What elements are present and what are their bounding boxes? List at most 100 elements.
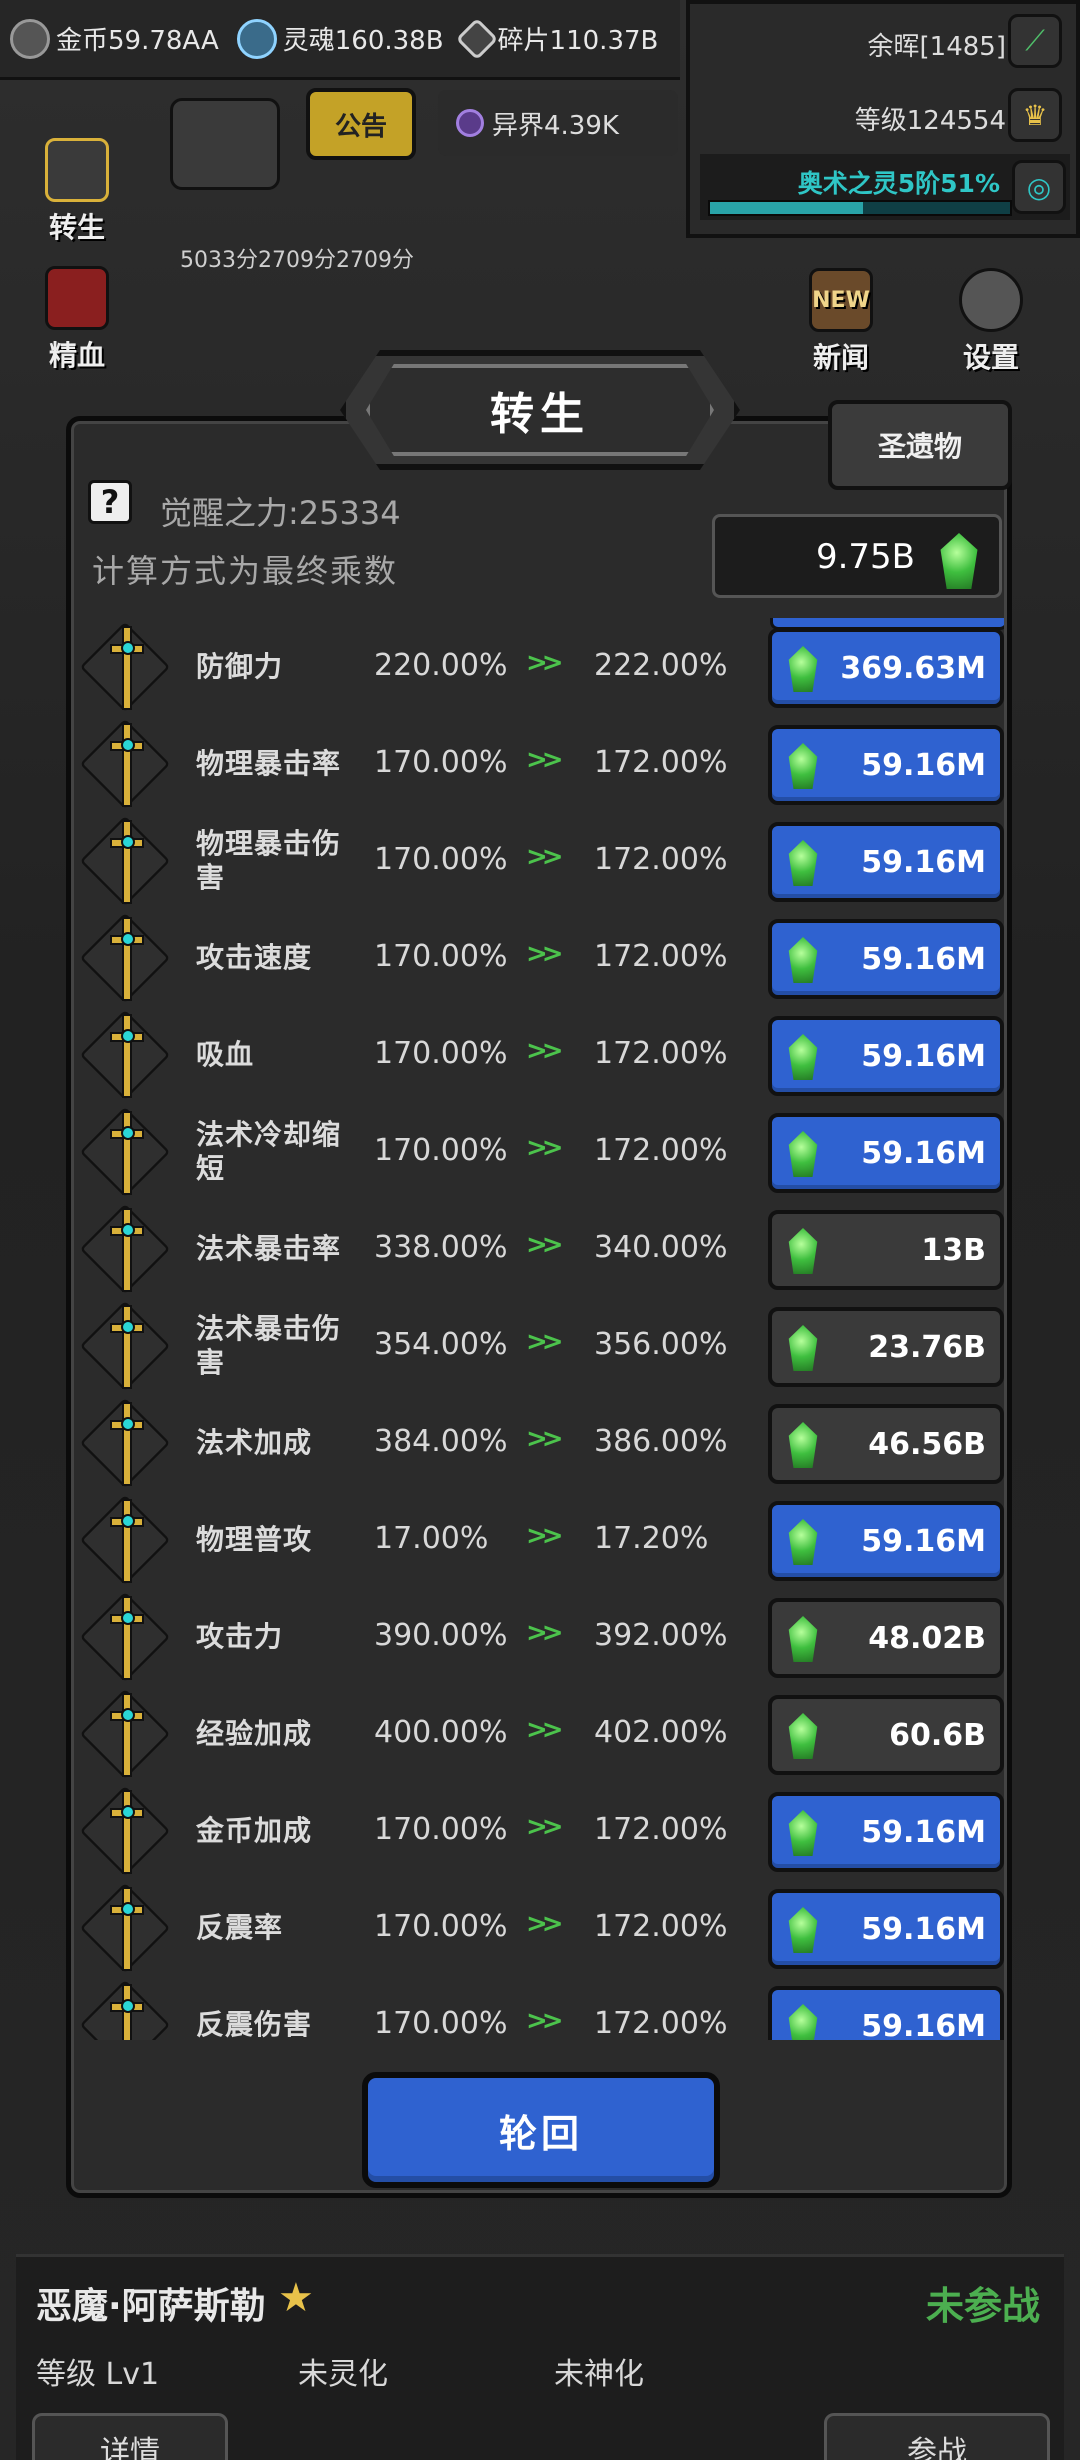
upgrade-button[interactable]: 60.6B xyxy=(768,1695,1004,1775)
green-gem-icon xyxy=(788,1616,818,1662)
double-arrow-icon: >> xyxy=(526,648,563,678)
otherworld-resource[interactable]: 异界4.39K xyxy=(438,90,678,156)
upgrade-button[interactable]: 59.16M xyxy=(768,919,1004,999)
stat-upgrade-list[interactable]: 防御力 220.00% >> 222.00% 369.63M 物理暴击率 170.00% >>… xyxy=(80,618,1004,2040)
green-gem-icon xyxy=(788,1131,818,1177)
upgrade-button[interactable]: 59.16M xyxy=(768,1889,1004,1969)
green-gem-icon xyxy=(788,1713,818,1759)
upgrade-button[interactable]: 59.16M xyxy=(768,1501,1004,1581)
upgrade-button[interactable]: 23.76B xyxy=(768,1307,1004,1387)
upgrade-button[interactable]: 59.16M xyxy=(768,822,1004,902)
dialog-title: 转生 xyxy=(490,389,590,440)
arcane-label: 奥术之灵5阶51% xyxy=(797,169,1000,198)
resource-bar: 金币59.78AA 灵魂160.38B 碎片110.37B xyxy=(0,0,680,80)
stat-next-value: 172.00% xyxy=(594,2006,728,2040)
settings-menu-button[interactable]: 设置 xyxy=(936,266,1046,376)
hero-join-button[interactable]: 参战 xyxy=(824,2413,1050,2460)
afterglow-count: 余晖[1485] xyxy=(867,32,1006,62)
stat-current-value: 170.00% xyxy=(374,1909,508,1944)
gold-coin-icon xyxy=(10,18,50,59)
stat-current-value: 170.00% xyxy=(374,1036,508,1071)
help-icon[interactable]: ? xyxy=(88,480,132,524)
double-arrow-icon: >> xyxy=(526,1230,563,1260)
essence-menu-button[interactable]: 精血 xyxy=(22,264,132,374)
stat-row: 反震伤害 170.00% >> 172.00% 59.16M xyxy=(80,1976,1004,2040)
green-gem-icon xyxy=(788,1422,818,1468)
cross-icon xyxy=(110,723,144,807)
upgrade-cost: 59.16M xyxy=(861,1136,986,1171)
stat-name: 法术暴击率 xyxy=(196,1231,342,1265)
upgrade-button[interactable]: 59.16M xyxy=(768,1016,1004,1096)
double-arrow-icon: >> xyxy=(526,1909,563,1939)
green-gem-icon xyxy=(940,533,978,589)
cross-icon xyxy=(110,1499,144,1583)
stat-name: 法术暴击伤害 xyxy=(196,1311,342,1379)
upgrade-button[interactable]: 369.63M xyxy=(768,628,1004,708)
upgrade-button[interactable]: 59.16M xyxy=(768,1113,1004,1193)
stat-next-value: 172.00% xyxy=(594,939,728,974)
stat-name: 物理暴击伤害 xyxy=(196,826,342,894)
upgrade-button[interactable]: 59.16M xyxy=(768,1792,1004,1872)
rebirth-button[interactable]: 轮回 xyxy=(362,2072,720,2188)
stat-name: 物理暴击率 xyxy=(196,746,342,780)
upgrade-cost: 59.16M xyxy=(861,942,986,977)
settings-menu-label: 设置 xyxy=(962,341,1019,374)
stat-row: 吸血 170.00% >> 172.00% 59.16M xyxy=(80,1006,1004,1103)
stat-next-value: 172.00% xyxy=(594,1133,728,1168)
double-arrow-icon: >> xyxy=(526,1812,563,1842)
stat-current-value: 400.00% xyxy=(374,1715,508,1750)
claw-icon[interactable]: ⟋ xyxy=(1008,14,1062,68)
stat-row: 物理暴击率 170.00% >> 172.00% 59.16M xyxy=(80,715,1004,812)
upgrade-cost: 59.16M xyxy=(861,845,986,880)
stat-next-value: 17.20% xyxy=(594,1521,709,1556)
stat-name: 法术加成 xyxy=(196,1425,313,1459)
stat-name: 经验加成 xyxy=(196,1716,313,1750)
relic-button[interactable]: 圣遗物 xyxy=(828,400,1012,490)
news-menu-button[interactable]: NEW 新闻 xyxy=(786,266,896,376)
soul-resource: 灵魂160.38B xyxy=(236,18,444,59)
shard-icon xyxy=(455,17,498,60)
crown-icon[interactable]: ♛ xyxy=(1008,88,1062,142)
upgrade-cost: 48.02B xyxy=(868,1621,986,1656)
upgrade-cost: 59.16M xyxy=(861,1912,986,1947)
notice-button[interactable]: 公告 xyxy=(306,88,416,160)
dialog-title-plate: 转生 xyxy=(340,350,740,470)
stat-name: 攻击速度 xyxy=(196,940,313,974)
stat-row: 物理暴击伤害 170.00% >> 172.00% 59.16M xyxy=(80,812,1004,909)
double-arrow-icon: >> xyxy=(526,939,563,969)
rebirth-menu-button[interactable]: 转生 xyxy=(22,136,132,246)
soul-amount: 灵魂160.38B xyxy=(282,26,444,56)
status-panel: 余晖[1485] ⟋ 等级124554 ♛ 奥术之灵5阶51% ◎ xyxy=(686,0,1080,238)
stat-current-value: 170.00% xyxy=(374,1133,508,1168)
upgrade-button[interactable]: 13B xyxy=(768,1210,1004,1290)
double-arrow-icon: >> xyxy=(526,1618,563,1648)
cross-icon xyxy=(45,138,109,202)
stat-current-value: 170.00% xyxy=(374,939,508,974)
arcane-spirit-row[interactable]: 奥术之灵5阶51% ◎ xyxy=(700,154,1070,220)
hero-divine-state: 未神化 xyxy=(554,2357,644,2392)
hero-details-button[interactable]: 详情 xyxy=(32,2413,228,2460)
double-arrow-icon: >> xyxy=(526,1715,563,1745)
cross-icon xyxy=(110,1014,144,1098)
double-arrow-icon: >> xyxy=(526,1036,563,1066)
cross-icon xyxy=(110,626,144,710)
double-arrow-icon: >> xyxy=(526,1521,563,1551)
gold-resource: 金币59.78AA xyxy=(10,18,219,59)
stat-current-value: 170.00% xyxy=(374,1812,508,1847)
upgrade-button[interactable]: 59.16M xyxy=(768,725,1004,805)
blood-icon xyxy=(45,266,109,330)
upgrade-button[interactable]: 48.02B xyxy=(768,1598,1004,1678)
total-cost-value: 9.75B xyxy=(815,537,915,577)
stat-next-value: 356.00% xyxy=(594,1327,728,1362)
cross-icon xyxy=(110,1790,144,1874)
cross-icon xyxy=(110,1984,144,2040)
upgrade-button[interactable]: 59.16M xyxy=(768,1986,1004,2040)
stat-current-value: 354.00% xyxy=(374,1327,508,1362)
upgrade-button[interactable]: 46.56B xyxy=(768,1404,1004,1484)
stat-current-value: 170.00% xyxy=(374,745,508,780)
stat-next-value: 172.00% xyxy=(594,842,728,877)
stat-row: 攻击速度 170.00% >> 172.00% 59.16M xyxy=(80,909,1004,1006)
hero-name: 恶魔·阿萨斯勒 xyxy=(36,2286,266,2327)
arcane-progress-fill xyxy=(710,202,863,214)
essence-menu-label: 精血 xyxy=(48,339,105,372)
